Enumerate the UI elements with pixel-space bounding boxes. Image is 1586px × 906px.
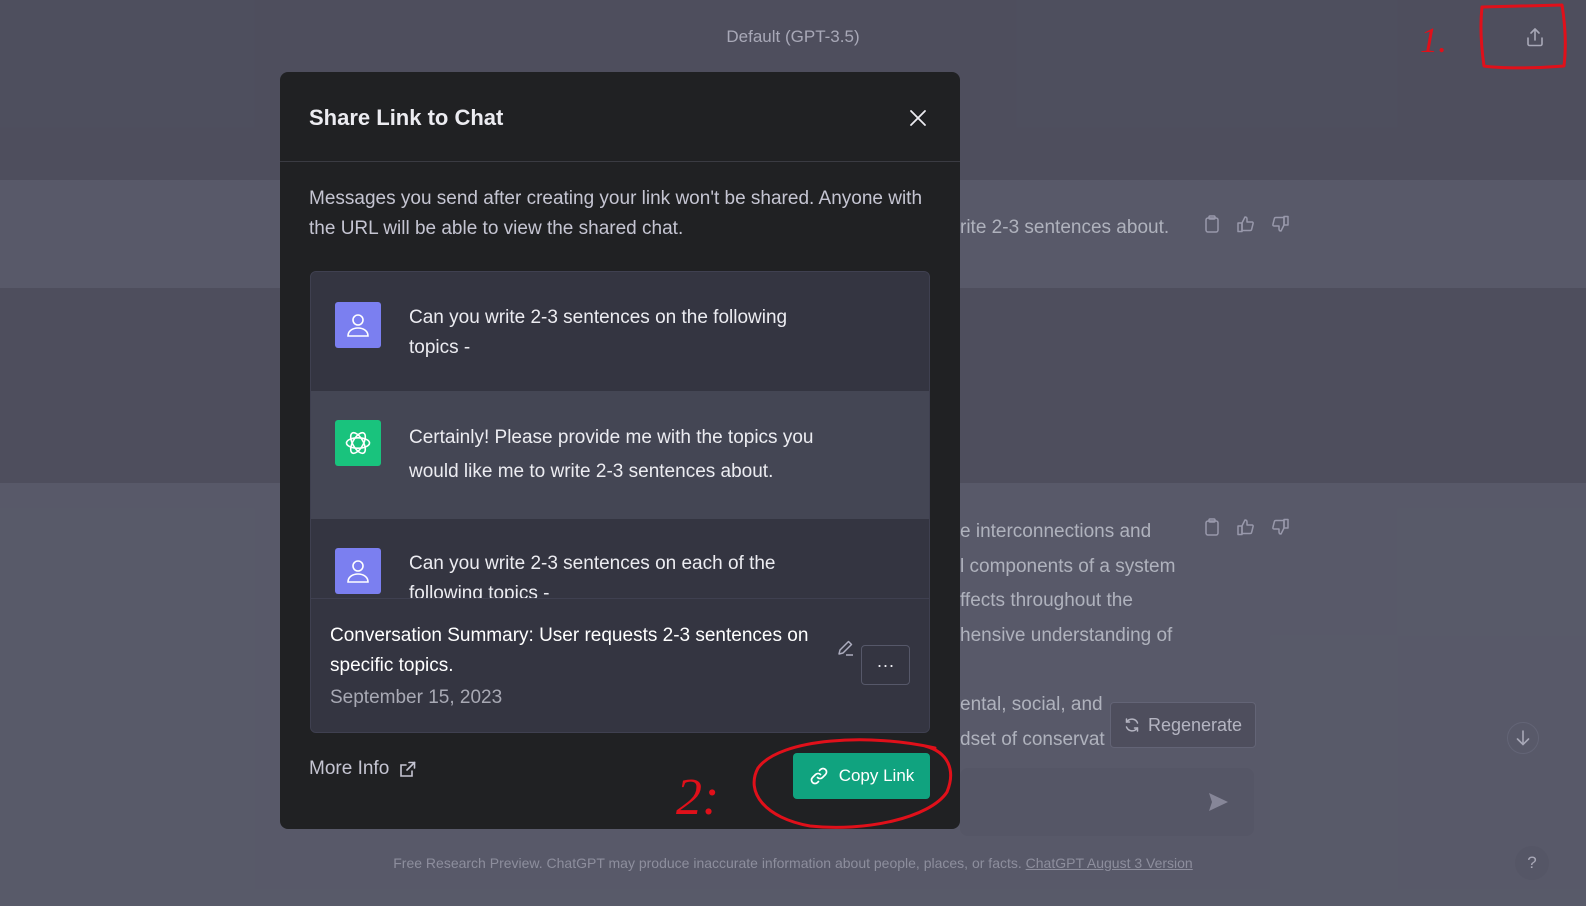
- user-avatar: [335, 548, 381, 594]
- chat-preview: Can you write 2-3 sentences on the follo…: [310, 271, 930, 733]
- close-icon: [910, 110, 926, 126]
- more-info-label: More Info: [309, 758, 390, 779]
- more-options-button[interactable]: ···: [861, 645, 910, 685]
- preview-message-assistant: Certainly! Please provide me with the to…: [311, 391, 929, 519]
- copy-link-button[interactable]: Copy Link: [793, 753, 930, 799]
- preview-message-user: Can you write 2-3 sentences on each of t…: [311, 519, 929, 599]
- dialog-title: Share Link to Chat: [309, 105, 504, 130]
- user-icon: [347, 560, 369, 583]
- preview-message-user: Can you write 2-3 sentences on the follo…: [311, 272, 929, 391]
- message-text: Can you write 2-3 sentences on the follo…: [409, 307, 788, 358]
- dialog-description: Messages you send after creating your li…: [309, 188, 923, 239]
- close-button[interactable]: [906, 106, 930, 130]
- user-avatar: [335, 302, 381, 348]
- share-link-dialog: Share Link to Chat Messages you send aft…: [280, 72, 960, 829]
- message-text: Certainly! Please provide me with the to…: [409, 427, 814, 482]
- message-text: Can you write 2-3 sentences on each of t…: [409, 553, 776, 599]
- summary-title: Conversation Summary: User requests 2-3 …: [330, 625, 809, 676]
- link-icon: [810, 767, 828, 785]
- copy-link-label: Copy Link: [838, 766, 915, 785]
- user-icon: [347, 314, 369, 337]
- dialog-header: Share Link to Chat: [280, 72, 960, 162]
- conversation-summary: Conversation Summary: User requests 2-3 …: [311, 598, 929, 732]
- more-info-link[interactable]: More Info: [309, 758, 416, 780]
- external-link-icon: [400, 761, 416, 777]
- chatgpt-logo-icon: [345, 431, 371, 455]
- edit-title-icon[interactable]: [837, 639, 855, 662]
- summary-date: September 15, 2023: [330, 687, 503, 708]
- chatgpt-avatar: [335, 420, 381, 466]
